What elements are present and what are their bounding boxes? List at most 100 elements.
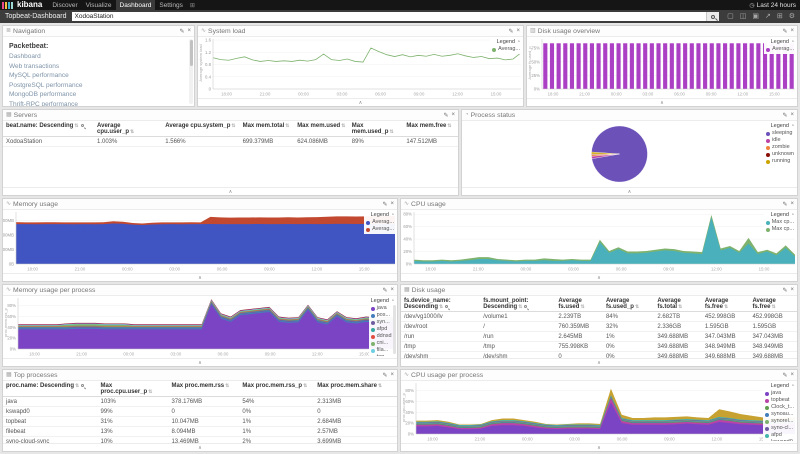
nav-link[interactable]: MySQL performance: [9, 71, 188, 81]
column-header[interactable]: beat.name: Descending⇅: [3, 121, 94, 137]
new-dashboard-button[interactable]: ▢: [727, 10, 734, 23]
legend-toggle-icon[interactable]: ◔: [791, 383, 794, 390]
column-header[interactable]: Average fs.used⇅: [555, 296, 603, 312]
legend-item[interactable]: topbeat: [765, 397, 794, 404]
legend-item[interactable]: Clock_t...: [765, 404, 794, 411]
close-icon[interactable]: ×: [790, 287, 794, 294]
legend-toggle-icon[interactable]: ◔: [791, 39, 794, 46]
column-header[interactable]: Average cpu.system_p⇅: [162, 121, 239, 137]
sort-icon[interactable]: ⇅: [447, 123, 451, 129]
nav-link[interactable]: Thrift-RPC performance: [9, 100, 188, 106]
collapse-toggle[interactable]: ∧: [527, 98, 797, 106]
nav-item-dashboard[interactable]: Dashboard: [116, 0, 156, 10]
nav-link[interactable]: MongoDB performance: [9, 90, 188, 100]
sort-icon[interactable]: ⇅: [518, 304, 522, 310]
collapse-toggle[interactable]: ∧: [3, 358, 397, 366]
search-icon[interactable]: [81, 124, 84, 127]
column-header[interactable]: proc.name: Descending⇅: [3, 381, 98, 397]
legend-item[interactable]: unknown: [766, 151, 794, 158]
column-header[interactable]: Max proc.mem.rss⇅: [168, 381, 239, 397]
open-dashboard-button[interactable]: ▣: [752, 10, 759, 23]
edit-icon[interactable]: ✎: [508, 28, 513, 35]
collapse-toggle[interactable]: ∧: [401, 358, 797, 366]
close-icon[interactable]: ×: [451, 112, 455, 119]
sort-icon[interactable]: ⇅: [771, 304, 775, 310]
close-icon[interactable]: ×: [390, 372, 394, 379]
sort-icon[interactable]: ⇅: [130, 129, 134, 135]
column-header[interactable]: Average fs.used_p⇅: [603, 296, 654, 312]
collapse-toggle[interactable]: ∧: [401, 443, 797, 451]
edit-icon[interactable]: ✎: [782, 28, 787, 35]
add-visualization-button[interactable]: ⊞: [777, 10, 783, 23]
column-header[interactable]: Max mem.free⇅: [403, 121, 458, 137]
legend-item[interactable]: Averag...: [366, 219, 394, 226]
legend-toggle-icon[interactable]: ◔: [791, 123, 794, 130]
search-button[interactable]: [706, 12, 719, 21]
sort-icon[interactable]: ⇅: [303, 383, 307, 389]
column-header[interactable]: Average cpu.user_p⇅: [94, 121, 162, 137]
legend-item[interactable]: java: [765, 390, 794, 397]
save-dashboard-button[interactable]: ◫: [740, 10, 747, 23]
close-icon[interactable]: ×: [790, 112, 794, 119]
sort-icon[interactable]: ⇅: [439, 304, 443, 310]
edit-icon[interactable]: ✎: [782, 112, 787, 119]
close-icon[interactable]: ×: [790, 372, 794, 379]
options-button[interactable]: ⚙: [789, 10, 795, 23]
sort-icon[interactable]: ⇅: [724, 304, 728, 310]
legend-item[interactable]: top...: [371, 354, 394, 356]
legend-toggle-icon[interactable]: ◔: [391, 212, 394, 219]
legend-item[interactable]: Max cp...: [766, 226, 794, 233]
column-header[interactable]: fs.device_name: Descending⇅: [401, 296, 480, 312]
collapse-toggle[interactable]: ∧: [3, 443, 397, 451]
apps-icon[interactable]: ⊞: [190, 2, 195, 9]
legend-item[interactable]: Max cp...: [766, 219, 794, 226]
query-input[interactable]: [72, 12, 707, 21]
legend-item[interactable]: Averag...: [766, 46, 794, 53]
sort-icon[interactable]: ⇅: [378, 383, 382, 389]
edit-icon[interactable]: ✎: [179, 28, 184, 35]
timepicker[interactable]: ◷ Last 24 hours: [749, 2, 800, 9]
collapse-toggle[interactable]: ∧: [3, 273, 397, 281]
sort-icon[interactable]: ⇅: [341, 123, 345, 129]
edit-icon[interactable]: ✎: [443, 112, 448, 119]
nav-item-visualize[interactable]: Visualize: [82, 0, 116, 10]
close-icon[interactable]: ×: [790, 28, 794, 35]
share-dashboard-button[interactable]: ↗: [765, 10, 771, 23]
sort-icon[interactable]: ⇅: [231, 123, 235, 129]
column-header[interactable]: Average fs.total⇅: [654, 296, 702, 312]
legend-item[interactable]: running: [766, 158, 794, 165]
legend-item[interactable]: Averag...: [492, 46, 520, 53]
column-header[interactable]: Max mem.used⇅: [294, 121, 349, 137]
sort-icon[interactable]: ⇅: [580, 304, 584, 310]
sort-icon[interactable]: ⇅: [148, 389, 152, 395]
sort-icon[interactable]: ⇅: [74, 123, 78, 129]
legend-item[interactable]: syno-cl...: [765, 425, 794, 432]
close-icon[interactable]: ×: [187, 28, 191, 35]
column-header[interactable]: Average fs.free⇅: [702, 296, 750, 312]
nav-item-discover[interactable]: Discover: [48, 0, 81, 10]
edit-icon[interactable]: ✎: [382, 372, 387, 379]
legend-item[interactable]: pos...: [371, 312, 394, 319]
legend-item[interactable]: afpd: [371, 326, 394, 333]
legend-item[interactable]: zombie: [766, 144, 794, 151]
sort-icon[interactable]: ⇅: [389, 129, 393, 135]
legend-item[interactable]: ddnsd: [371, 333, 394, 340]
collapse-toggle[interactable]: ∧: [3, 187, 458, 195]
column-header[interactable]: fs.mount_point: Descending⇅: [480, 296, 555, 312]
legend-toggle-icon[interactable]: ◔: [791, 212, 794, 219]
legend-toggle-icon[interactable]: ◔: [517, 39, 520, 46]
column-header[interactable]: Max proc.mem.share⇅: [314, 381, 397, 397]
column-header[interactable]: Max mem.used_p⇅: [349, 121, 404, 137]
sort-icon[interactable]: ⇅: [75, 383, 79, 389]
edit-icon[interactable]: ✎: [382, 201, 387, 208]
sort-icon[interactable]: ⇅: [635, 304, 639, 310]
legend-item[interactable]: kswapd0: [765, 439, 794, 441]
legend-item[interactable]: fila...: [371, 347, 394, 354]
legend-item[interactable]: java: [371, 305, 394, 312]
collapse-toggle[interactable]: ∧: [198, 98, 523, 106]
close-icon[interactable]: ×: [516, 28, 520, 35]
scrollbar[interactable]: [189, 39, 193, 104]
search-icon[interactable]: [445, 305, 448, 308]
legend-item[interactable]: idle: [766, 137, 794, 144]
legend-item[interactable]: synoau...: [765, 411, 794, 418]
